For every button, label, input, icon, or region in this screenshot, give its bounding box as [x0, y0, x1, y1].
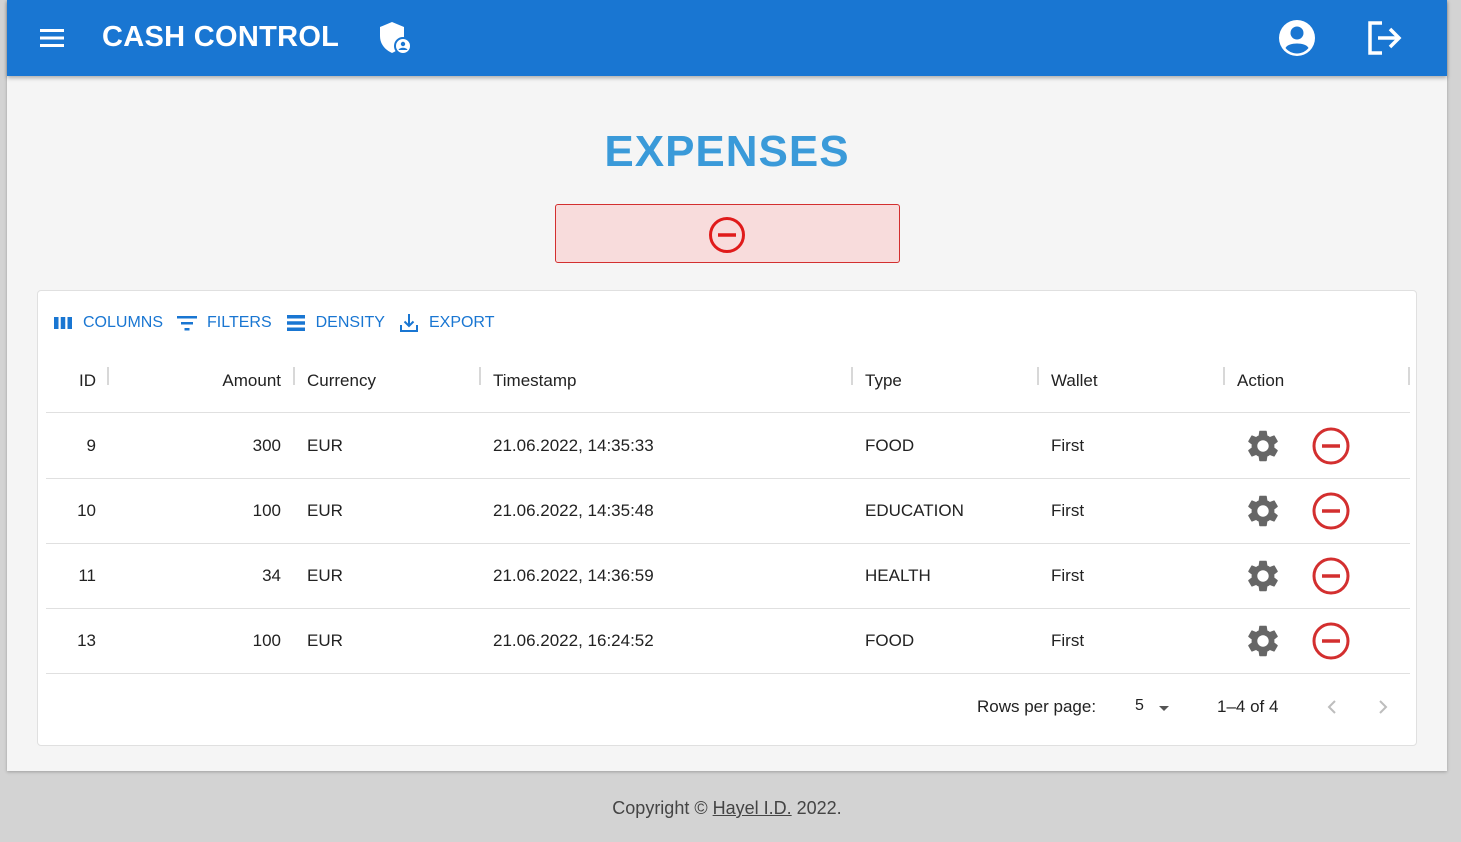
page-title: EXPENSES: [604, 127, 850, 176]
cell-currency: EUR: [307, 436, 343, 455]
filters-button[interactable]: FILTERS: [176, 312, 272, 334]
previous-page-icon[interactable]: [1318, 693, 1346, 721]
cell-currency: EUR: [307, 566, 343, 585]
table-row[interactable]: 13 100 EUR 21.06.2022, 16:24:52 FOOD Fir…: [46, 609, 1410, 674]
column-separator[interactable]: [851, 367, 853, 385]
rows-per-page-select[interactable]: 5: [1135, 695, 1185, 719]
page: CASH CONTROL EXPENSES COLUMNS FILTERS DE…: [7, 0, 1447, 771]
admin-shield-icon: [380, 22, 412, 55]
column-separator[interactable]: [293, 367, 295, 385]
cell-amount: 300: [252, 436, 281, 455]
cell-timestamp: 21.06.2022, 14:36:59: [493, 566, 654, 585]
cell-type: FOOD: [865, 631, 915, 650]
cell-amount: 34: [262, 566, 281, 585]
rows-per-page-value: 5: [1135, 697, 1144, 714]
density-label: DENSITY: [315, 314, 385, 331]
copyright-suffix: 2022.: [791, 798, 842, 818]
delete-minus-circle-icon[interactable]: [1311, 491, 1351, 531]
cell-timestamp: 21.06.2022, 16:24:52: [493, 631, 654, 650]
export-button[interactable]: EXPORT: [398, 312, 495, 334]
table-header: ID Amount Currency Timestamp Type Wallet…: [46, 349, 1410, 413]
cell-type: EDUCATION: [865, 501, 964, 520]
column-header-action[interactable]: Action: [1237, 349, 1407, 413]
download-icon: [399, 314, 418, 332]
logout-icon[interactable]: [1364, 18, 1404, 58]
table-row[interactable]: 11 34 EUR 21.06.2022, 14:36:59 HEALTH Fi…: [46, 544, 1410, 609]
cell-id: 11: [78, 566, 96, 585]
filters-label: FILTERS: [207, 314, 272, 331]
menu-icon[interactable]: [39, 27, 65, 49]
cell-amount: 100: [252, 501, 281, 520]
table-row[interactable]: 10 100 EUR 21.06.2022, 14:35:48 EDUCATIO…: [46, 479, 1410, 544]
cell-id: 9: [86, 436, 96, 455]
column-header-wallet[interactable]: Wallet: [1051, 349, 1221, 413]
expenses-data-grid: COLUMNS FILTERS DENSITY EXPORT ID Amount…: [37, 290, 1417, 746]
cell-currency: EUR: [307, 631, 343, 650]
column-separator[interactable]: [1223, 367, 1225, 385]
cell-wallet: First: [1051, 436, 1085, 455]
cell-wallet: First: [1051, 631, 1085, 650]
cell-wallet: First: [1051, 566, 1085, 585]
gear-icon[interactable]: [1244, 622, 1282, 660]
table-row[interactable]: 9 300 EUR 21.06.2022, 14:35:33 FOOD Firs…: [46, 414, 1410, 479]
density-icon: [286, 315, 305, 331]
filter-icon: [177, 316, 198, 331]
cell-amount: 100: [252, 631, 281, 650]
app-title: CASH CONTROL: [102, 21, 340, 53]
cell-wallet: First: [1051, 501, 1085, 520]
cell-type: HEALTH: [865, 566, 931, 585]
column-separator[interactable]: [1408, 367, 1410, 385]
gear-icon[interactable]: [1244, 492, 1282, 530]
error-alert: [555, 204, 900, 263]
export-label: EXPORT: [428, 314, 495, 331]
column-header-currency[interactable]: Currency: [307, 349, 477, 413]
column-separator[interactable]: [107, 367, 109, 385]
delete-minus-circle-icon[interactable]: [1311, 621, 1351, 661]
copyright-prefix: Copyright ©: [612, 798, 713, 818]
grid-toolbar: COLUMNS FILTERS DENSITY EXPORT: [52, 311, 507, 335]
columns-icon: [54, 317, 72, 329]
copyright-footer: Copyright © Hayel I.D. 2022.: [0, 798, 1454, 819]
column-header-amount[interactable]: Amount: [116, 349, 281, 413]
author-link[interactable]: Hayel I.D.: [713, 798, 792, 818]
column-separator[interactable]: [479, 367, 481, 385]
cell-timestamp: 21.06.2022, 14:35:33: [493, 436, 654, 455]
column-header-type[interactable]: Type: [865, 349, 1035, 413]
pagination: Rows per page: 5 1–4 of 4: [38, 691, 1418, 747]
gear-icon[interactable]: [1244, 427, 1282, 465]
cell-id: 13: [77, 631, 96, 650]
density-button[interactable]: DENSITY: [285, 312, 385, 334]
app-bar: CASH CONTROL: [7, 0, 1447, 76]
column-header-timestamp[interactable]: Timestamp: [493, 349, 843, 413]
rows-per-page-label: Rows per page:: [977, 697, 1097, 716]
caret-down-icon: [1159, 706, 1169, 711]
delete-minus-circle-icon[interactable]: [1311, 556, 1351, 596]
account-circle-icon[interactable]: [1277, 18, 1317, 58]
minus-circle-icon: [709, 217, 745, 253]
cell-id: 10: [77, 501, 96, 520]
next-page-icon[interactable]: [1369, 693, 1397, 721]
cell-type: FOOD: [865, 436, 915, 455]
gear-icon[interactable]: [1244, 557, 1282, 595]
columns-button[interactable]: COLUMNS: [52, 312, 163, 334]
columns-label: COLUMNS: [83, 314, 164, 331]
cell-timestamp: 21.06.2022, 14:35:48: [493, 501, 654, 520]
column-header-id[interactable]: ID: [46, 349, 96, 413]
column-separator[interactable]: [1037, 367, 1039, 385]
delete-minus-circle-icon[interactable]: [1311, 426, 1351, 466]
page-range: 1–4 of 4: [1217, 697, 1279, 716]
cell-currency: EUR: [307, 501, 343, 520]
